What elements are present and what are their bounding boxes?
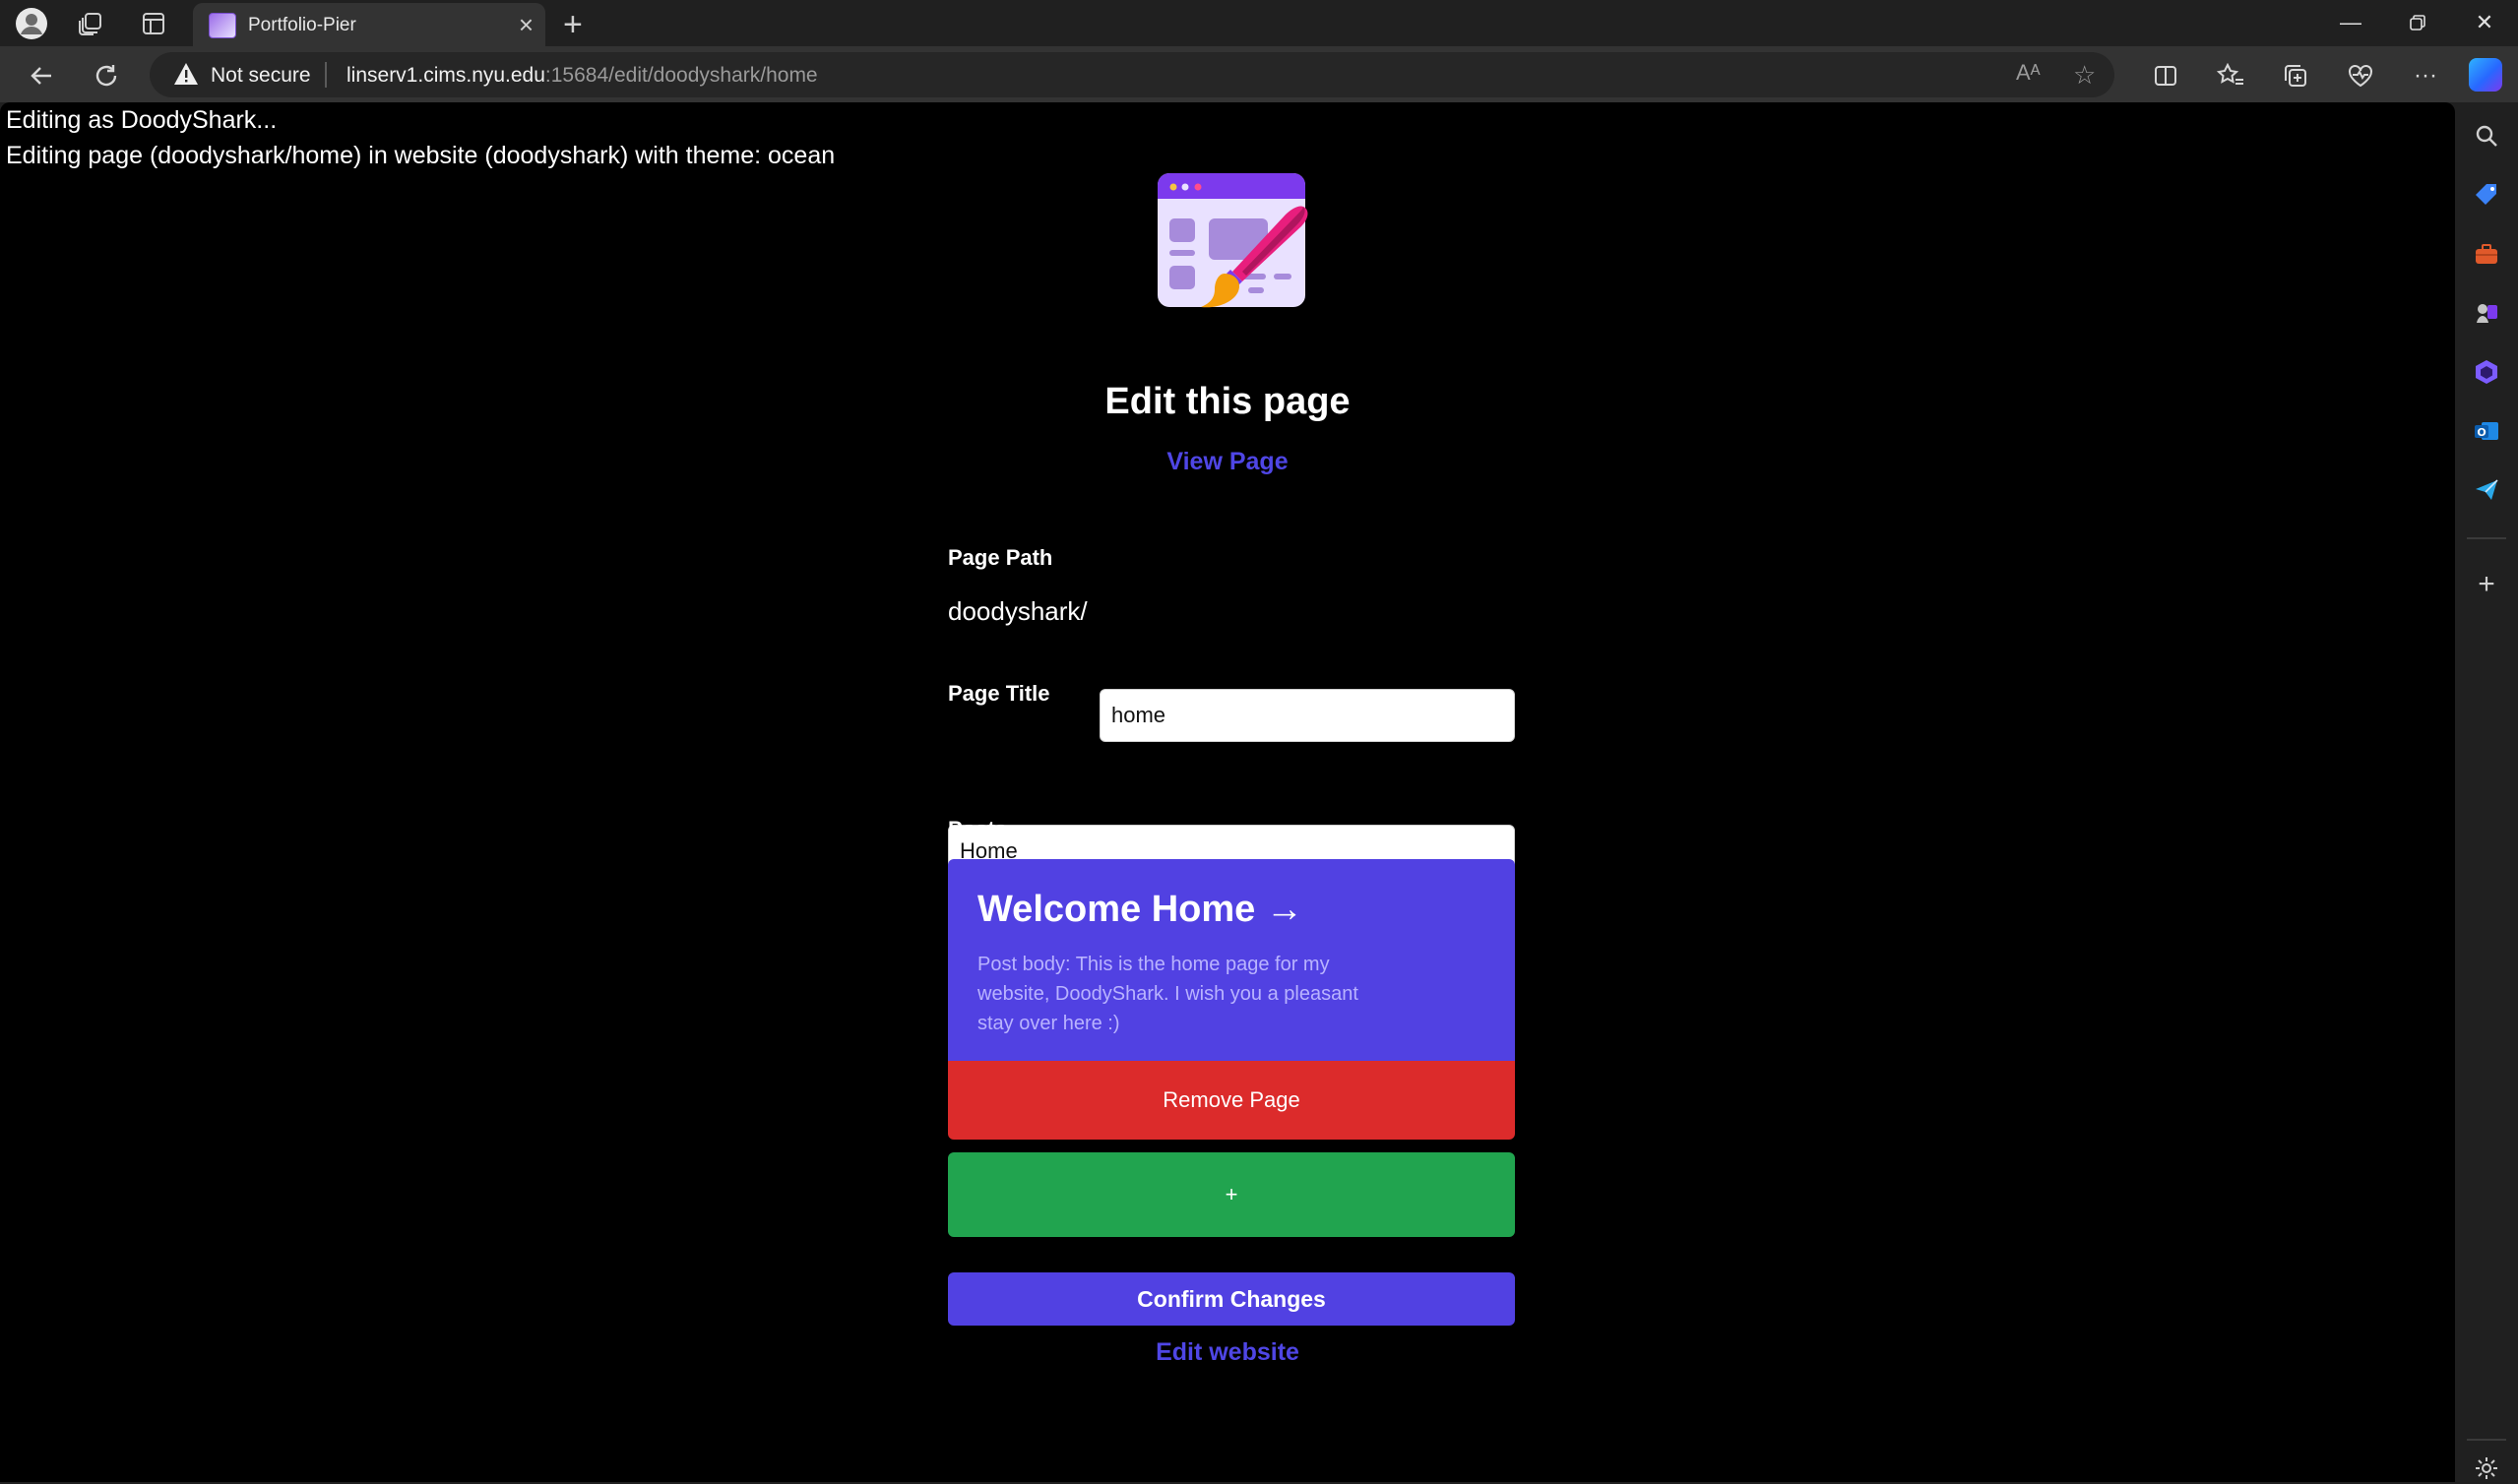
not-secure-warning-icon[interactable]: [173, 62, 199, 86]
tab-strip: Portfolio-Pier × + — ✕: [0, 0, 2518, 46]
tools-briefcase-icon[interactable]: [2471, 238, 2502, 270]
address-divider: [325, 62, 327, 88]
post-body: Post body: This is the home page for my …: [977, 954, 1358, 1034]
remove-page-button[interactable]: Remove Page: [948, 1061, 1515, 1140]
read-aloud-icon[interactable]: Aᴬ: [2016, 60, 2041, 86]
add-sidebar-app-icon[interactable]: +: [2471, 568, 2502, 600]
page-title-label: Page Title: [948, 681, 1050, 706]
settings-gear-icon[interactable]: [2471, 1453, 2502, 1484]
address-bar[interactable]: Not secure linserv1.cims.nyu.edu:15684/e…: [150, 52, 2114, 97]
collections-icon[interactable]: [2276, 56, 2315, 95]
close-tab-icon[interactable]: ×: [519, 10, 534, 40]
copilot-icon[interactable]: [2469, 58, 2502, 92]
vertical-tabs-icon[interactable]: [136, 6, 171, 41]
page-path-label: Page Path: [948, 545, 1053, 570]
favorite-star-icon[interactable]: ☆: [2073, 60, 2096, 91]
svg-text:O: O: [2477, 426, 2486, 439]
not-secure-label[interactable]: Not secure: [211, 64, 311, 88]
profile-icon[interactable]: [14, 6, 49, 41]
url-host: linserv1.cims.nyu.edu: [346, 64, 545, 87]
browser-essentials-icon[interactable]: [2341, 56, 2380, 95]
view-page-link[interactable]: View Page: [0, 448, 2455, 476]
favorites-icon[interactable]: [2211, 56, 2250, 95]
site-editor-logo-icon: [1158, 173, 1308, 308]
minimize-icon[interactable]: —: [2321, 2, 2380, 43]
back-icon[interactable]: [22, 56, 61, 95]
games-icon[interactable]: [2471, 297, 2502, 329]
post-title[interactable]: Welcome Home →: [977, 889, 1303, 931]
search-icon[interactable]: [2471, 120, 2502, 152]
navigation-bar: Not secure linserv1.cims.nyu.edu:15684/e…: [0, 46, 2518, 102]
edge-sidebar: O +: [2455, 102, 2518, 1482]
page-heading: Edit this page: [1104, 381, 1351, 422]
workspaces-icon[interactable]: [73, 6, 108, 41]
split-screen-icon[interactable]: [2146, 56, 2185, 95]
new-tab-icon[interactable]: +: [563, 6, 583, 44]
editing-user-status: Editing as DoodyShark...: [6, 106, 278, 134]
close-window-icon[interactable]: ✕: [2455, 2, 2514, 43]
page-path-prefix: doodyshark/: [948, 596, 1088, 626]
url-text[interactable]: linserv1.cims.nyu.edu:15684/edit/doodysh…: [346, 64, 818, 88]
more-options-icon[interactable]: ···: [2406, 56, 2445, 95]
sidebar-divider: [2467, 537, 2506, 539]
outlook-icon[interactable]: O: [2471, 415, 2502, 447]
site-favicon-icon: [209, 13, 236, 38]
post-card[interactable]: Welcome Home → Post body: This is the ho…: [948, 859, 1515, 1061]
page-viewport: Editing as DoodyShark... Editing page (d…: [0, 102, 2455, 1482]
posts-label: Posts: [948, 817, 1007, 841]
page-path-input[interactable]: [1100, 689, 1515, 742]
refresh-icon[interactable]: [87, 56, 126, 95]
add-post-button[interactable]: +: [948, 1152, 1515, 1237]
url-path: :15684/edit/doodyshark/home: [544, 64, 818, 87]
editing-page-status: Editing page (doodyshark/home) in websit…: [6, 142, 836, 169]
tab-title: Portfolio-Pier: [248, 15, 356, 35]
sidebar-divider-bottom: [2467, 1439, 2506, 1441]
edit-website-link[interactable]: Edit website: [0, 1338, 2455, 1367]
restore-icon[interactable]: [2388, 2, 2447, 43]
confirm-changes-button[interactable]: Confirm Changes: [948, 1272, 1515, 1326]
send-icon[interactable]: [2471, 474, 2502, 506]
microsoft-365-icon[interactable]: [2471, 356, 2502, 388]
shopping-tag-icon[interactable]: [2471, 179, 2502, 211]
browser-tab[interactable]: Portfolio-Pier ×: [193, 3, 545, 46]
